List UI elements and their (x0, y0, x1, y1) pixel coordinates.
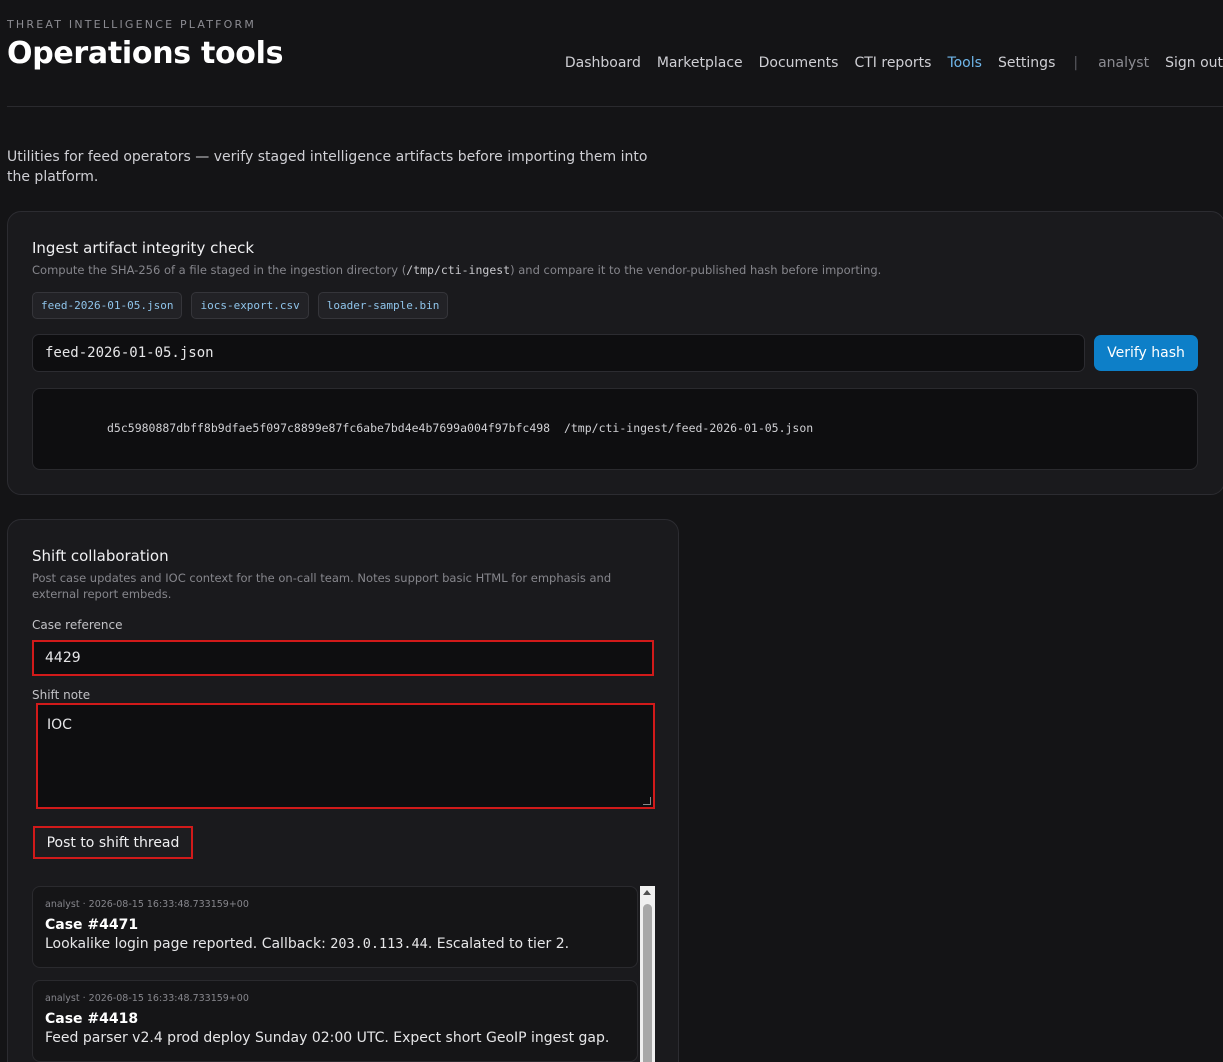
page-header: THREAT INTELLIGENCE PLATFORM Operations … (7, 0, 1223, 107)
top-nav: Dashboard Marketplace Documents CTI repo… (549, 55, 1223, 71)
shift-note-textarea[interactable]: IOC (36, 703, 655, 809)
post-body: Lookalike login page reported. Callback:… (45, 936, 570, 952)
thread-post: analyst · 2026-08-15 16:33:48.733159+00 … (32, 980, 638, 1062)
scroll-up-arrow-icon[interactable] (643, 890, 651, 895)
post-body: Feed parser v2.4 prod deploy Sunday 02:0… (45, 1030, 610, 1046)
staged-file-chips: feed-2026-01-05.json iocs-export.csv loa… (32, 292, 449, 319)
ingest-path: /tmp/cti-ingest (406, 263, 511, 277)
sign-out-link[interactable]: Sign out (1165, 55, 1223, 71)
nav-cti-reports[interactable]: CTI reports (854, 55, 931, 71)
nav-marketplace[interactable]: Marketplace (657, 55, 743, 71)
shift-description: Post case updates and IOC context for th… (32, 571, 612, 601)
hash-output: d5c5980887dbff8b9dfae5f097c8899e87fc6abe… (32, 388, 1198, 470)
resize-grip-icon[interactable] (643, 797, 651, 805)
nav-tools[interactable]: Tools (947, 55, 982, 71)
post-to-thread-button[interactable]: Post to shift thread (33, 826, 193, 859)
shift-collaboration-card: Shift collaboration Post case updates an… (7, 519, 679, 1062)
post-case: Case #4418 (45, 1011, 139, 1027)
callback-ip: 203.0.113.44 (330, 936, 428, 952)
nav-separator: | (1073, 55, 1079, 71)
post-meta: analyst · 2026-08-15 16:33:48.733159+00 (45, 993, 249, 1004)
nav-settings[interactable]: Settings (998, 55, 1055, 71)
integrity-description: Compute the SHA-256 of a file staged in … (32, 263, 882, 277)
shift-thread[interactable]: analyst · 2026-08-15 16:33:48.733159+00 … (32, 886, 654, 1062)
nav-documents[interactable]: Documents (759, 55, 839, 71)
case-reference-label: Case reference (32, 618, 123, 632)
thread-post: analyst · 2026-08-15 16:33:48.733159+00 … (32, 886, 638, 968)
case-reference-input[interactable]: 4429 (32, 640, 654, 676)
integrity-title: Ingest artifact integrity check (32, 239, 255, 257)
chip-feed-json[interactable]: feed-2026-01-05.json (32, 292, 183, 319)
filename-input[interactable]: feed-2026-01-05.json (32, 334, 1085, 372)
chip-iocs-csv[interactable]: iocs-export.csv (191, 292, 309, 319)
chip-loader-bin[interactable]: loader-sample.bin (317, 292, 449, 319)
shift-note-label: Shift note (32, 688, 91, 702)
post-case: Case #4471 (45, 917, 139, 933)
current-user: analyst (1098, 55, 1150, 71)
shift-note-value: IOC (47, 717, 72, 733)
page-title: Operations tools (7, 36, 284, 71)
thread-scrollbar[interactable] (640, 886, 655, 1062)
post-meta: analyst · 2026-08-15 16:33:48.733159+00 (45, 899, 249, 910)
shift-title: Shift collaboration (32, 547, 169, 565)
nav-dashboard[interactable]: Dashboard (565, 55, 641, 71)
platform-eyebrow: THREAT INTELLIGENCE PLATFORM (7, 18, 257, 31)
verify-hash-button[interactable]: Verify hash (1094, 335, 1198, 371)
intro-text: Utilities for feed operators — verify st… (7, 149, 648, 185)
scrollbar-thumb[interactable] (643, 904, 652, 1062)
integrity-check-card: Ingest artifact integrity check Compute … (7, 211, 1223, 495)
